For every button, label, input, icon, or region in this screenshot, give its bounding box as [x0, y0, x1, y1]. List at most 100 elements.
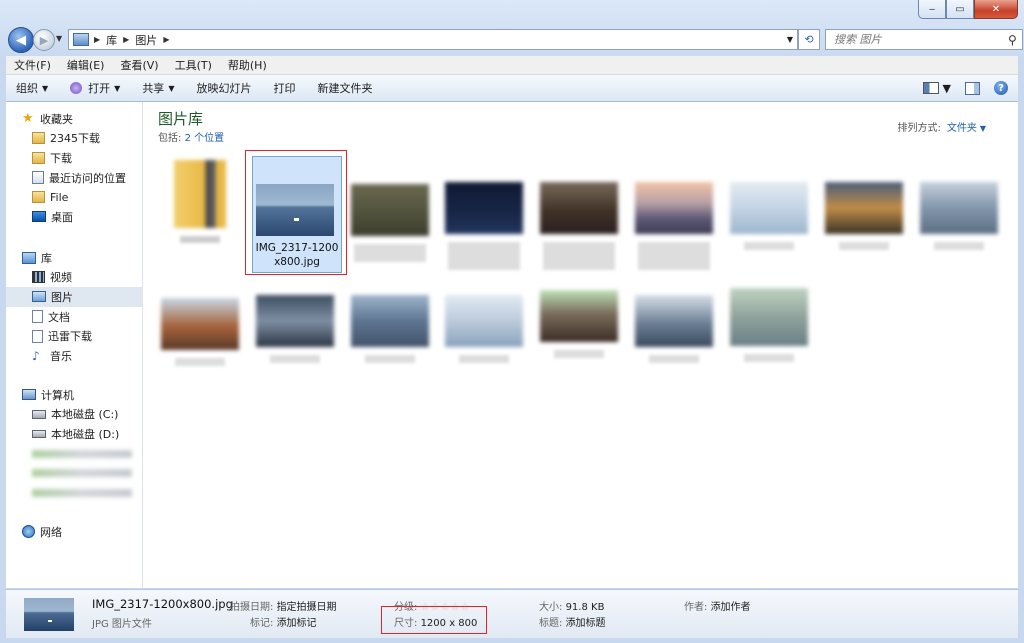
close-button[interactable]: ✕	[974, 0, 1018, 19]
address-dropdown-icon[interactable]: ▼	[787, 35, 793, 44]
library-includes: 包括: 2 个位置	[158, 133, 225, 144]
chevron-down-icon[interactable]: ▼	[980, 124, 986, 133]
navigation-pane: ★ 收藏夹 2345下载 下载 最近访问的位置 File 桌面 库 视频 图片 …	[6, 102, 143, 588]
menu-help[interactable]: 帮助(H)	[220, 57, 275, 73]
breadcrumb-libraries[interactable]: 库	[106, 32, 117, 48]
image-thumbnail[interactable]	[536, 290, 622, 358]
menu-edit[interactable]: 编辑(E)	[59, 57, 113, 73]
sidebar-item-videos[interactable]: 视频	[6, 268, 142, 288]
image-thumbnail[interactable]	[347, 184, 433, 262]
organize-label: 组织	[16, 82, 38, 95]
recent-places-icon	[32, 171, 44, 185]
chevron-right-icon[interactable]: ▶	[94, 35, 100, 44]
highlight-box-selected-file	[245, 150, 347, 275]
sidebar-item-downloads[interactable]: 下载	[6, 148, 142, 168]
sidebar-item-music[interactable]: ♪ 音乐	[6, 346, 142, 366]
history-dropdown-icon[interactable]: ▼	[56, 34, 62, 43]
details-date-taken: 拍摄日期: 指定拍摄日期	[230, 602, 337, 613]
maximize-button[interactable]: ▭	[946, 0, 974, 19]
sidebar-item-network[interactable]: 网络	[6, 522, 142, 542]
redacted-drive-item[interactable]	[6, 463, 142, 483]
sidebar-item-pictures[interactable]: 图片	[6, 287, 142, 307]
thunder-downloads-icon	[32, 329, 43, 343]
library-locations-link[interactable]: 2 个位置	[185, 133, 225, 144]
sidebar-item-file[interactable]: File	[6, 187, 142, 207]
breadcrumb-pictures[interactable]: 图片	[135, 32, 157, 48]
breadcrumb: ▶ 库 ▶ 图片 ▶	[94, 32, 169, 48]
sidebar-item-thunder-downloads[interactable]: 迅雷下载	[6, 326, 142, 346]
chevron-right-icon[interactable]: ▶	[163, 35, 169, 44]
network-icon	[22, 525, 35, 539]
computer-group: 计算机 本地磁盘 (C:) 本地磁盘 (D:)	[6, 385, 142, 503]
menu-bar: 文件(F) 编辑(E) 查看(V) 工具(T) 帮助(H)	[6, 56, 1018, 75]
sidebar-item-documents[interactable]: 文档	[6, 307, 142, 327]
folder-thumbnail[interactable]	[157, 160, 243, 243]
image-thumbnail[interactable]	[441, 295, 527, 363]
search-box[interactable]: ⚲	[825, 29, 1023, 50]
open-app-icon	[70, 82, 83, 94]
star-icon: ★	[22, 110, 34, 126]
music-note-icon: ♪	[32, 348, 40, 363]
menu-view[interactable]: 查看(V)	[112, 57, 166, 73]
preview-pane-icon[interactable]	[965, 81, 980, 95]
computer-icon	[22, 389, 36, 401]
image-thumbnail[interactable]	[631, 182, 717, 270]
image-thumbnail[interactable]	[821, 182, 907, 250]
date-taken-value[interactable]: 指定拍摄日期	[277, 602, 337, 613]
details-title: 标题: 添加标题	[539, 618, 606, 629]
share-button[interactable]: 共享 ▼	[132, 80, 186, 96]
folder-icon	[32, 191, 45, 204]
tags-value[interactable]: 添加标记	[277, 618, 317, 629]
chevron-right-icon[interactable]: ▶	[123, 35, 129, 44]
details-tags: 标记: 添加标记	[250, 618, 317, 629]
address-bar[interactable]: ▶ 库 ▶ 图片 ▶ ▼	[68, 29, 798, 50]
image-thumbnail[interactable]	[347, 295, 433, 363]
network-group: 网络	[6, 522, 142, 542]
refresh-button[interactable]: ⟲	[798, 29, 820, 50]
desktop-icon	[32, 211, 46, 223]
view-dropdown-icon[interactable]: ▼	[943, 82, 951, 95]
menu-file[interactable]: 文件(F)	[6, 57, 59, 73]
author-value[interactable]: 添加作者	[711, 602, 751, 613]
image-thumbnail[interactable]	[536, 182, 622, 270]
organize-button[interactable]: 组织 ▼	[6, 80, 60, 96]
redacted-drive-item[interactable]	[6, 483, 142, 503]
image-thumbnail[interactable]	[916, 182, 1002, 250]
pictures-library-icon	[32, 291, 46, 303]
change-view-icon[interactable]	[922, 82, 939, 94]
details-pane: IMG_2317-1200x800.jpg JPG 图片文件 拍摄日期: 指定拍…	[6, 589, 1018, 638]
size-value: 91.8 KB	[565, 602, 605, 613]
help-icon[interactable]: ?	[994, 81, 1008, 95]
favorites-group: ★ 收藏夹 2345下载 下载 最近访问的位置 File 桌面	[6, 109, 142, 227]
image-thumbnail[interactable]	[252, 295, 338, 363]
forward-button[interactable]: ▶	[33, 29, 55, 51]
sidebar-item-computer[interactable]: 计算机	[6, 385, 142, 405]
new-folder-button[interactable]: 新建文件夹	[307, 80, 384, 96]
sidebar-item-desktop[interactable]: 桌面	[6, 207, 142, 227]
arrange-by-dropdown[interactable]: 文件夹	[947, 123, 977, 134]
open-button[interactable]: 打开 ▼	[60, 80, 132, 96]
title-value[interactable]: 添加标题	[566, 618, 606, 629]
image-thumbnail[interactable]	[726, 288, 812, 362]
sidebar-item-2345-downloads[interactable]: 2345下载	[6, 129, 142, 149]
sidebar-item-drive-d[interactable]: 本地磁盘 (D:)	[6, 424, 142, 444]
image-thumbnail[interactable]	[441, 182, 527, 270]
arrange-by: 排列方式: 文件夹 ▼	[897, 123, 986, 134]
sidebar-item-libraries[interactable]: 库	[6, 248, 142, 268]
slideshow-button[interactable]: 放映幻灯片	[186, 80, 263, 96]
details-file-name: IMG_2317-1200x800.jpg	[92, 597, 233, 611]
sidebar-item-drive-c[interactable]: 本地磁盘 (C:)	[6, 405, 142, 425]
back-button[interactable]: ◀	[8, 27, 34, 53]
minimize-button[interactable]: ‒	[918, 0, 946, 19]
image-thumbnail[interactable]	[157, 298, 243, 366]
sidebar-item-recent-places[interactable]: 最近访问的位置	[6, 168, 142, 188]
search-input[interactable]	[832, 32, 1006, 47]
image-thumbnail[interactable]	[631, 295, 717, 363]
sidebar-item-favorites[interactable]: ★ 收藏夹	[6, 109, 142, 129]
new-folder-label: 新建文件夹	[317, 82, 373, 95]
search-icon[interactable]: ⚲	[1008, 33, 1017, 47]
image-thumbnail[interactable]	[726, 182, 812, 250]
print-button[interactable]: 打印	[263, 80, 307, 96]
menu-tools[interactable]: 工具(T)	[167, 57, 220, 73]
redacted-drive-item[interactable]	[6, 444, 142, 464]
